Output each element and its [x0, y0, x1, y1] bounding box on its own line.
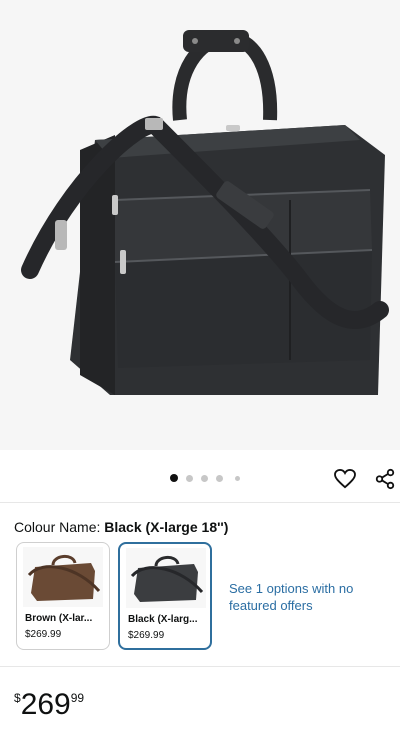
- price-currency: $: [14, 691, 21, 705]
- product-image-area[interactable]: [0, 0, 400, 450]
- variant-swatch-black[interactable]: Black (X-larg... $269.99: [118, 542, 212, 650]
- pagination-dot-2[interactable]: [186, 475, 193, 482]
- price-whole: 269: [20, 688, 71, 721]
- variant-swatch-brown[interactable]: Brown (X-lar... $269.99: [16, 542, 110, 650]
- see-options-link[interactable]: See 1 options with no featured offers: [229, 580, 379, 614]
- brown-bag-thumbnail: [23, 547, 103, 607]
- variant-label-text: Colour Name:: [14, 519, 101, 535]
- variant-label: Colour Name: Black (X-large 18''): [14, 518, 228, 536]
- share-icon: [375, 468, 395, 490]
- pagination-dot-3[interactable]: [201, 475, 208, 482]
- price-fraction: 99: [70, 691, 85, 705]
- swatch-price: $269.99: [128, 630, 165, 641]
- section-divider: [0, 666, 400, 667]
- favorite-button[interactable]: [331, 465, 359, 493]
- heart-outline-icon: [334, 469, 356, 489]
- section-divider: [0, 502, 400, 503]
- swatch-name: Brown (X-lar...: [25, 613, 93, 624]
- product-price: $26999: [14, 689, 84, 729]
- swatch-price: $269.99: [25, 629, 62, 640]
- swatch-name: Black (X-larg...: [128, 614, 198, 625]
- pagination-dot-1[interactable]: [170, 474, 178, 482]
- variant-selected-value: Black (X-large 18''): [104, 519, 229, 535]
- share-button[interactable]: [371, 465, 399, 493]
- pagination-dot-4[interactable]: [216, 475, 223, 482]
- product-image: [21, 30, 389, 395]
- black-bag-thumbnail: [126, 548, 206, 608]
- pagination-dot-5[interactable]: [235, 476, 240, 481]
